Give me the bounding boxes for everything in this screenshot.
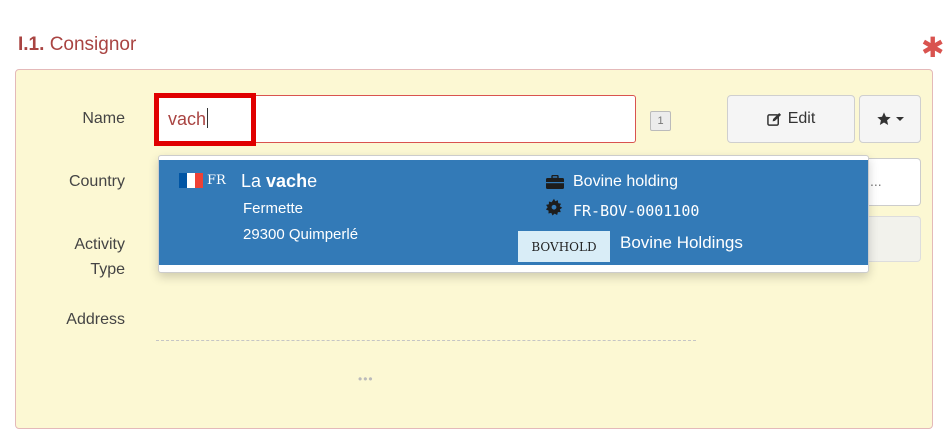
name-label: Name [82, 110, 125, 127]
option-country-code: FR [207, 173, 226, 188]
section-title: Consignor [49, 34, 137, 55]
option-org-name: Bovine Holdings [620, 233, 743, 252]
required-asterisk-icon: ✱ [921, 32, 945, 63]
country-select[interactable]: ... [860, 158, 921, 206]
activity-type-label-line2: Type [90, 261, 125, 278]
option-operator-name: La vache [241, 171, 317, 192]
pencil-square-icon [766, 112, 781, 126]
country-label: Country [68, 173, 125, 190]
star-icon [877, 112, 891, 125]
edit-button-label: Edit [787, 110, 816, 127]
option-activity: Bovine holding [573, 173, 678, 190]
edit-button[interactable]: Edit [727, 95, 855, 143]
name-input[interactable]: vach [155, 95, 636, 143]
autocomplete-dropdown: FR La vache Fermette 29300 Quimperlé Bov… [158, 155, 869, 273]
section-header: I.1. Consignor [18, 34, 136, 56]
name-suffix: e [307, 171, 318, 191]
address-label: Address [66, 311, 125, 328]
gear-icon [545, 198, 563, 216]
result-count-badge: 1 [650, 111, 671, 131]
option-address-line1: Fermette [243, 200, 304, 217]
name-input-value: vach [168, 109, 207, 129]
option-org-code-badge: BOVHOLD [518, 231, 610, 262]
favorites-dropdown-button[interactable] [859, 95, 921, 143]
name-prefix: La [241, 171, 267, 191]
chevron-down-icon [896, 117, 904, 121]
activity-type-select[interactable] [860, 216, 921, 262]
name-match: vach [266, 171, 308, 191]
text-caret [207, 108, 209, 128]
flag-france-icon [179, 173, 203, 188]
briefcase-icon [546, 175, 564, 189]
activity-type-label-line1: Activity [74, 236, 125, 253]
address-field[interactable] [156, 340, 696, 341]
option-identifier: FR-BOV-0001100 [573, 202, 700, 220]
autocomplete-option[interactable]: FR La vache Fermette 29300 Quimperlé Bov… [159, 160, 868, 265]
address-more-icon[interactable]: ••• [358, 372, 374, 386]
section-number: I.1. [18, 34, 45, 55]
option-address-line2: 29300 Quimperlé [243, 226, 359, 243]
